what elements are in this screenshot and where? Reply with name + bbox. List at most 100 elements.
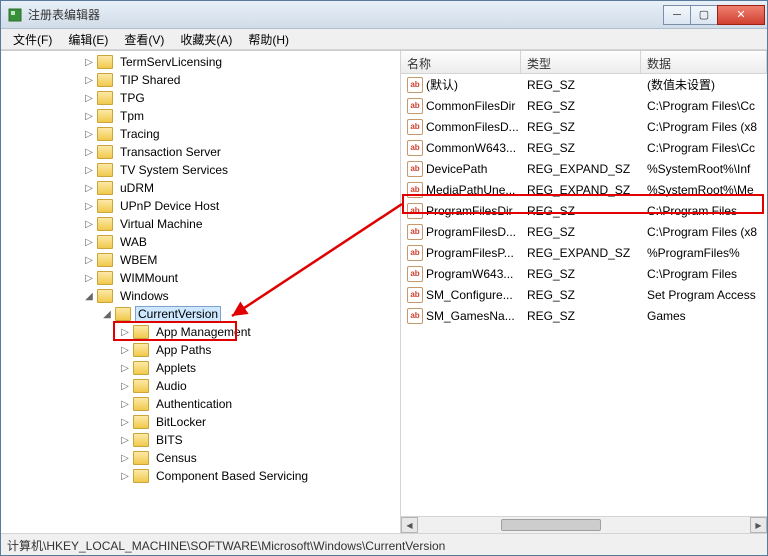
col-header-name[interactable]: 名称: [401, 51, 521, 73]
expand-icon[interactable]: ▷: [81, 183, 97, 194]
expand-icon[interactable]: ▷: [81, 93, 97, 104]
menu-view[interactable]: 查看(V): [116, 29, 172, 50]
tree-item[interactable]: ▷uDRM: [81, 179, 400, 197]
tree-item[interactable]: ▷UPnP Device Host: [81, 197, 400, 215]
expand-icon[interactable]: ▷: [81, 219, 97, 230]
tree-item[interactable]: ▷Tpm: [81, 107, 400, 125]
list-row[interactable]: abProgramW643...REG_SZC:\Program Files: [401, 263, 767, 284]
tree-item-windows[interactable]: ◢ Windows: [81, 287, 400, 305]
value-type: REG_SZ: [521, 204, 641, 218]
tree-item[interactable]: ▷TV System Services: [81, 161, 400, 179]
expand-icon[interactable]: ▷: [117, 345, 133, 356]
scroll-thumb[interactable]: [501, 519, 601, 531]
value-data: (数值未设置): [641, 76, 767, 93]
value-data: C:\Program Files: [641, 204, 767, 218]
tree-item[interactable]: ▷TIP Shared: [81, 71, 400, 89]
menu-bar: 文件(F) 编辑(E) 查看(V) 收藏夹(A) 帮助(H): [1, 29, 767, 50]
menu-edit[interactable]: 编辑(E): [60, 29, 116, 50]
string-value-icon: ab: [407, 203, 423, 219]
tree-pane[interactable]: ▷TermServLicensing▷TIP Shared▷TPG▷Tpm▷Tr…: [1, 51, 401, 533]
expand-icon[interactable]: ▷: [117, 435, 133, 446]
expand-icon[interactable]: ▷: [81, 111, 97, 122]
expand-icon[interactable]: ▷: [81, 255, 97, 266]
menu-help[interactable]: 帮助(H): [240, 29, 297, 50]
list-row[interactable]: abCommonFilesDirREG_SZC:\Program Files\C…: [401, 95, 767, 116]
tree-item[interactable]: ▷App Management: [117, 323, 400, 341]
tree-item[interactable]: ▷BITS: [117, 431, 400, 449]
list-row[interactable]: abProgramFilesD...REG_SZC:\Program Files…: [401, 221, 767, 242]
string-value-icon: ab: [407, 287, 423, 303]
tree-item[interactable]: ▷Transaction Server: [81, 143, 400, 161]
scroll-right-icon[interactable]: ▶: [750, 517, 767, 533]
tree-item[interactable]: ▷WIMMount: [81, 269, 400, 287]
tree-item[interactable]: ▷TermServLicensing: [81, 53, 400, 71]
tree-item[interactable]: ▷WBEM: [81, 251, 400, 269]
folder-icon: [97, 235, 113, 249]
menu-file[interactable]: 文件(F): [5, 29, 60, 50]
list-row[interactable]: abDevicePathREG_EXPAND_SZ%SystemRoot%\In…: [401, 158, 767, 179]
tree-item[interactable]: ▷Census: [117, 449, 400, 467]
list-row[interactable]: abCommonW643...REG_SZC:\Program Files\Cc: [401, 137, 767, 158]
value-data: %SystemRoot%\Me: [641, 183, 767, 197]
expand-icon[interactable]: ▷: [81, 273, 97, 284]
expand-icon[interactable]: ▷: [81, 147, 97, 158]
expand-icon[interactable]: ▷: [117, 363, 133, 374]
folder-icon: [133, 343, 149, 357]
value-type: REG_EXPAND_SZ: [521, 246, 641, 260]
value-type: REG_SZ: [521, 288, 641, 302]
expand-icon[interactable]: ▷: [117, 399, 133, 410]
list-hscrollbar[interactable]: ◀ ▶: [401, 516, 767, 533]
tree-item[interactable]: ▷WAB: [81, 233, 400, 251]
expand-icon[interactable]: ▷: [81, 75, 97, 86]
tree-item-currentversion[interactable]: ◢ CurrentVersion: [99, 305, 400, 323]
expand-icon[interactable]: ▷: [81, 165, 97, 176]
expand-icon[interactable]: ▷: [117, 327, 133, 338]
value-type: REG_SZ: [521, 99, 641, 113]
scroll-left-icon[interactable]: ◀: [401, 517, 418, 533]
list-pane: 名称 类型 数据 ab(默认)REG_SZ(数值未设置)abCommonFile…: [401, 51, 767, 533]
col-header-type[interactable]: 类型: [521, 51, 641, 73]
tree-item[interactable]: ▷TPG: [81, 89, 400, 107]
tree-item[interactable]: ▷App Paths: [117, 341, 400, 359]
expand-icon[interactable]: ▷: [117, 417, 133, 428]
expand-icon[interactable]: ▷: [81, 237, 97, 248]
list-row[interactable]: abProgramFilesDirREG_SZC:\Program Files: [401, 200, 767, 221]
value-data: Games: [641, 309, 767, 323]
value-name: DevicePath: [426, 162, 487, 176]
expand-icon[interactable]: ▷: [81, 57, 97, 68]
list-row[interactable]: abProgramFilesP...REG_EXPAND_SZ%ProgramF…: [401, 242, 767, 263]
list-row[interactable]: abSM_Configure...REG_SZSet Program Acces…: [401, 284, 767, 305]
maximize-button[interactable]: ▢: [690, 5, 718, 25]
folder-icon: [97, 199, 113, 213]
folder-icon: [133, 415, 149, 429]
tree-item[interactable]: ▷Applets: [117, 359, 400, 377]
collapse-icon[interactable]: ◢: [81, 291, 97, 302]
list-row[interactable]: abCommonFilesD...REG_SZC:\Program Files …: [401, 116, 767, 137]
value-name: ProgramFilesD...: [426, 225, 516, 239]
collapse-icon[interactable]: ◢: [99, 309, 115, 320]
menu-favorites[interactable]: 收藏夹(A): [172, 29, 240, 50]
expand-icon[interactable]: ▷: [81, 201, 97, 212]
folder-icon: [133, 451, 149, 465]
expand-icon[interactable]: ▷: [81, 129, 97, 140]
expand-icon[interactable]: ▷: [117, 471, 133, 482]
close-button[interactable]: ✕: [717, 5, 765, 25]
expand-icon[interactable]: ▷: [117, 453, 133, 464]
tree-item[interactable]: ▷Audio: [117, 377, 400, 395]
main-split: ▷TermServLicensing▷TIP Shared▷TPG▷Tpm▷Tr…: [1, 50, 767, 533]
tree-item[interactable]: ▷Authentication: [117, 395, 400, 413]
string-value-icon: ab: [407, 308, 423, 324]
expand-icon[interactable]: ▷: [117, 381, 133, 392]
list-row[interactable]: ab(默认)REG_SZ(数值未设置): [401, 74, 767, 95]
list-row[interactable]: abMediaPathUne...REG_EXPAND_SZ%SystemRoo…: [401, 179, 767, 200]
tree-item[interactable]: ▷Component Based Servicing: [117, 467, 400, 485]
string-value-icon: ab: [407, 182, 423, 198]
col-header-data[interactable]: 数据: [641, 51, 767, 73]
tree-item[interactable]: ▷Tracing: [81, 125, 400, 143]
tree-item[interactable]: ▷Virtual Machine: [81, 215, 400, 233]
list-body[interactable]: ab(默认)REG_SZ(数值未设置)abCommonFilesDirREG_S…: [401, 74, 767, 516]
minimize-button[interactable]: ─: [663, 5, 691, 25]
string-value-icon: ab: [407, 119, 423, 135]
tree-item[interactable]: ▷BitLocker: [117, 413, 400, 431]
list-row[interactable]: abSM_GamesNa...REG_SZGames: [401, 305, 767, 326]
